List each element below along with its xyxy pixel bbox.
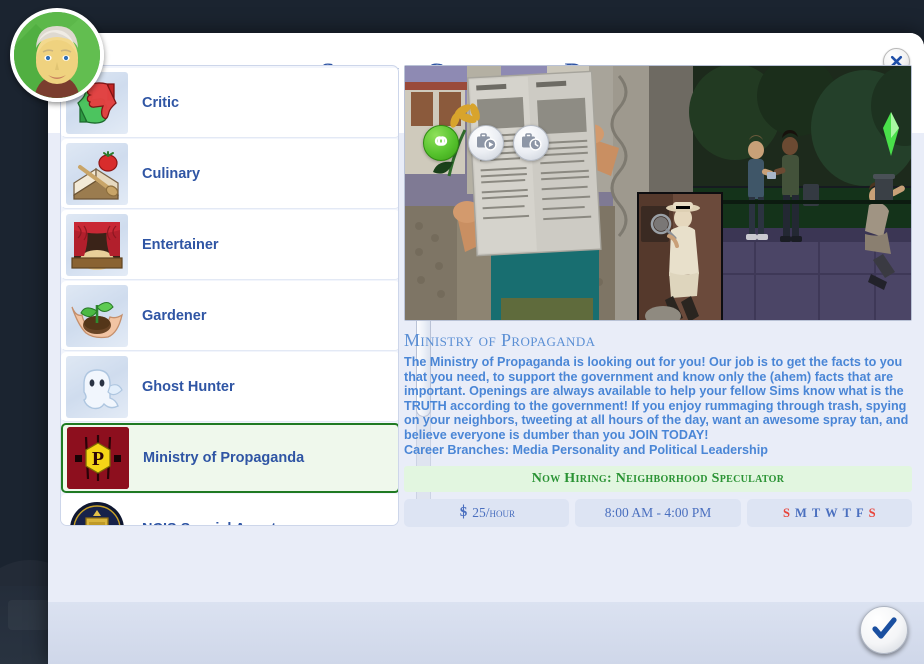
checkmark-icon	[869, 613, 899, 648]
day-saturday: S	[868, 505, 876, 520]
list-item-selected[interactable]: P Ministry of Propaganda	[61, 423, 398, 493]
career-description-body: The Ministry of Propaganda is looking ou…	[404, 355, 909, 442]
briefcase-clock-icon	[520, 131, 543, 156]
list-item-label: Ministry of Propaganda	[143, 450, 305, 466]
day-friday: F	[856, 505, 864, 520]
list-item-label: Ghost Hunter	[142, 379, 235, 395]
career-category-tabs	[48, 125, 924, 161]
dialog-footer	[48, 602, 924, 664]
career-branches: Career Branches: Media Personality and P…	[404, 442, 768, 457]
ncis-badge-icon: NCIS	[66, 498, 128, 525]
wage-value: 25/hour	[472, 505, 516, 521]
day-tuesday: T	[811, 505, 821, 520]
briefcase-play-icon	[475, 131, 498, 156]
hours-stat: 8:00 AM - 4:00 PM	[575, 499, 741, 528]
propaganda-p-icon: P	[67, 427, 129, 489]
list-item[interactable]: Entertainer	[61, 210, 398, 280]
career-preview-image	[404, 65, 912, 321]
simoleon-icon: S	[458, 504, 469, 522]
day-monday: M	[795, 505, 807, 520]
tab-active-careers[interactable]	[468, 125, 504, 161]
career-detail-title: Ministry of Propaganda	[404, 330, 596, 350]
list-item[interactable]: NCIS NCIS Special Agent	[61, 494, 398, 525]
confirm-button[interactable]	[860, 606, 908, 654]
avatar[interactable]	[10, 8, 104, 102]
day-sunday: S	[783, 505, 790, 520]
career-selection-dialog: Select a Career for Donald	[48, 33, 924, 664]
list-item[interactable]: Ghost Hunter	[61, 352, 398, 422]
infinity-icon	[429, 133, 453, 154]
day-thursday: T	[842, 505, 851, 520]
list-item-label: Critic	[142, 95, 180, 111]
svg-text:P: P	[92, 448, 104, 470]
list-item-label: Gardener	[142, 308, 207, 324]
wage-stat: S 25/hour	[404, 499, 570, 528]
work-days-stat: S M T W T F S	[746, 499, 912, 528]
list-item-label: Culinary	[142, 166, 201, 182]
theater-stage-icon	[66, 214, 128, 276]
list-item[interactable]: Gardener	[61, 281, 398, 351]
career-description: The Ministry of Propaganda is looking ou…	[404, 355, 910, 457]
career-stats-row: S 25/hour 8:00 AM - 4:00 PM S M T W T F …	[404, 499, 912, 528]
tab-all-careers[interactable]	[423, 125, 459, 161]
sprout-hands-icon	[66, 285, 128, 347]
day-wednesday: W	[825, 505, 838, 520]
bg-decor-box	[8, 600, 50, 630]
tab-part-time-careers[interactable]	[513, 125, 549, 161]
list-item-label: NCIS Special Agent	[142, 521, 276, 525]
list-item-label: Entertainer	[142, 237, 219, 253]
now-hiring-banner: Now Hiring: Neighborhood Speculator	[404, 466, 912, 493]
ghost-icon	[66, 356, 128, 418]
